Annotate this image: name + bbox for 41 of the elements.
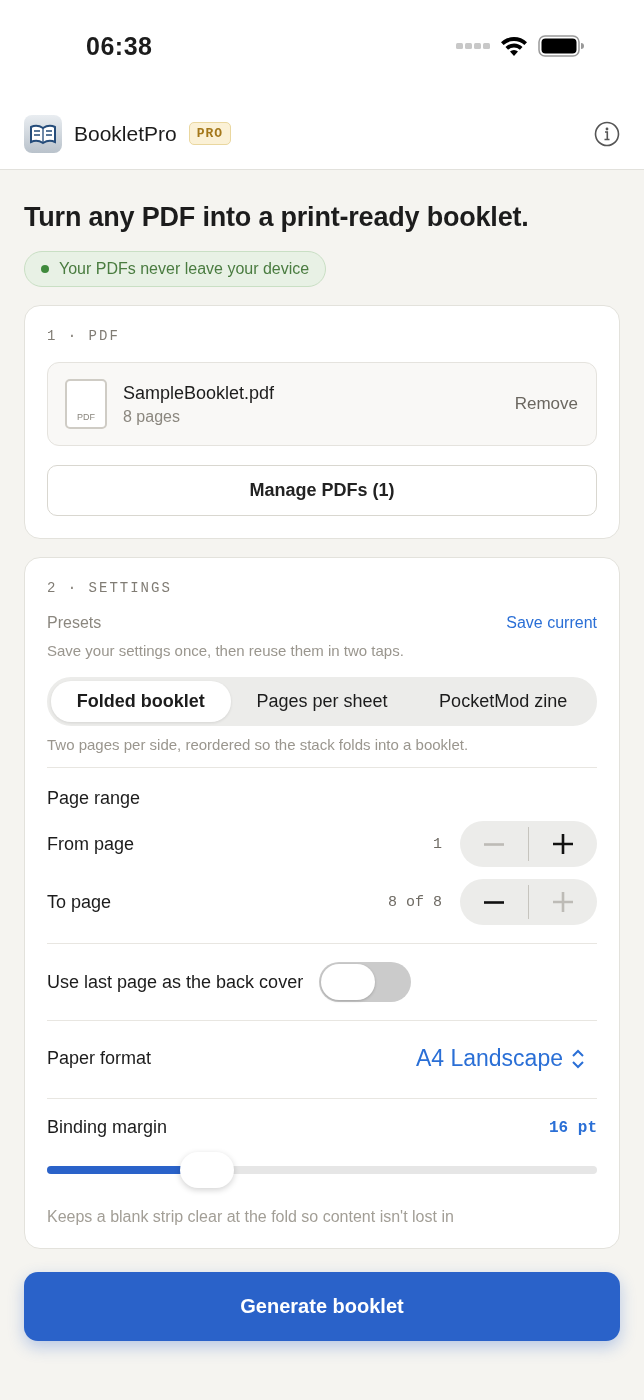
info-icon[interactable] xyxy=(594,120,620,147)
stepper-label: From page xyxy=(47,833,136,855)
mode-hint: Two pages per side, reordered so the stack folds into a booklet. xyxy=(47,736,470,753)
app-icon[interactable] xyxy=(24,114,62,153)
mode-segment[interactable]: Pages per sheet xyxy=(230,681,414,722)
slider-thumb[interactable] xyxy=(179,1152,234,1188)
headline: Turn any PDF into a print-ready booklet. xyxy=(24,202,530,233)
pro-badge: PRO xyxy=(188,122,232,145)
binding-margin-hint: Keeps a blank strip clear at the fold so content isn't lost in xyxy=(47,1208,455,1226)
paper-format-label: Paper format xyxy=(47,1048,152,1069)
stepper-value: 8 of 8 xyxy=(388,893,442,911)
save-current-link[interactable]: Save current xyxy=(506,614,597,632)
back-cover-toggle[interactable] xyxy=(319,962,412,1002)
battery-icon xyxy=(538,35,584,57)
section-heading: 1 · PDF xyxy=(47,328,121,344)
remove-button[interactable]: Remove xyxy=(514,394,578,414)
manage-pdfs-button[interactable]: Manage PDFs (1) xyxy=(47,465,597,516)
binding-margin-value: 16 pt xyxy=(549,1118,597,1137)
mode-segment[interactable]: Folded booklet xyxy=(51,681,231,722)
presets-hint: Save your settings once, then reuse them in two taps. xyxy=(47,642,405,659)
pdf-file-icon: PDF xyxy=(65,379,107,429)
stepper-label: To page xyxy=(47,891,113,913)
file-name: SampleBooklet.pdf xyxy=(123,382,276,404)
wifi-icon xyxy=(500,36,528,56)
generate-booklet-button[interactable]: Generate booklet xyxy=(24,1272,620,1341)
app-name: BookletPro xyxy=(74,121,177,146)
status-time: 06:38 xyxy=(86,31,153,61)
back-cover-label: Use last page as the back cover xyxy=(47,971,304,993)
signal-icon xyxy=(456,42,490,50)
paper-format-picker[interactable]: A4 Landscape xyxy=(415,1045,597,1072)
privacy-text: Your PDFs never leave your device xyxy=(59,260,310,278)
page-range-title: Page range xyxy=(47,788,142,809)
binding-margin-slider[interactable] xyxy=(47,1152,597,1188)
page-count: 8 pages xyxy=(123,407,181,426)
chevron-up-down-icon xyxy=(571,1047,585,1070)
presets-label: Presets xyxy=(47,614,102,632)
section-heading: 2 · SETTINGS xyxy=(47,580,173,596)
binding-margin-label: Binding margin xyxy=(47,1117,168,1138)
stepper-value: 1 xyxy=(433,835,442,853)
mode-segment[interactable]: PocketMod zine xyxy=(413,681,593,722)
status-dot xyxy=(41,265,49,273)
